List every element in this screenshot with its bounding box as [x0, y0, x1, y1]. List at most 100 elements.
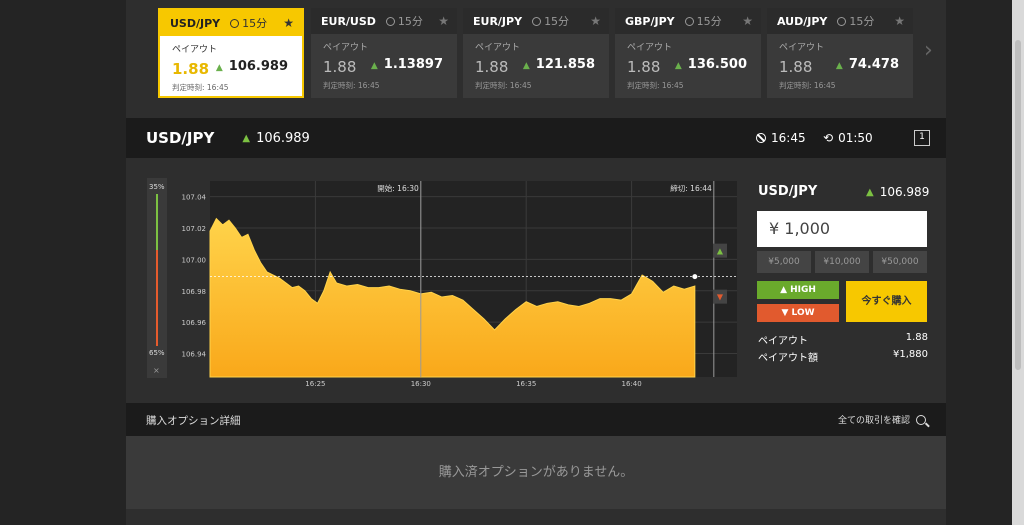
x-tick-label: 16:35 [516, 380, 536, 388]
card-body: ペイアウト 1.88 ▲ 121.858 判定時刻: 16:45 [463, 34, 609, 98]
high-label: HIGH [790, 285, 816, 295]
trade-symbol: USD/JPY [758, 184, 818, 199]
low-percent: 65% [149, 349, 165, 357]
card-duration: 15分 [230, 15, 267, 31]
payout-amount-label: ペイアウト額 [758, 353, 818, 364]
low-bar [156, 250, 158, 346]
y-tick-label: 106.96 [182, 319, 207, 327]
price-value: 74.478 [848, 57, 899, 72]
y-tick-label: 107.02 [182, 225, 207, 233]
duration-label: 15分 [696, 15, 722, 28]
options-header: 購入オプション詳細 全ての取引を確認 [126, 403, 946, 436]
duration-label: 15分 [397, 15, 423, 28]
header-symbol: USD/JPY [146, 129, 215, 147]
card-price: ▲ 121.858 [523, 57, 595, 72]
countdown-value: 01:50 [838, 131, 873, 145]
payout-label: ペイアウト [627, 43, 673, 53]
search-icon [916, 414, 926, 425]
clock-icon [684, 16, 694, 26]
payout-value: 1.88 [172, 60, 210, 78]
low-marker-icon: ▼ [717, 293, 724, 302]
high-bar [156, 194, 158, 250]
asset-card[interactable]: EUR/USD 15分 ★ ペイアウト 1.88 ▲ 1.13897 判定時刻: 16:45 [311, 8, 457, 98]
clock-icon [385, 16, 395, 26]
expiry-label: 判定時刻: 16:45 [475, 81, 532, 90]
payout-value: 1.88 [627, 58, 661, 76]
card-price: ▲ 74.478 [836, 57, 899, 72]
card-header: AUD/JPY 15分 ★ [767, 8, 913, 34]
card-symbol: GBP/JPY [625, 14, 675, 28]
up-arrow-icon: ▲ [866, 186, 874, 198]
y-tick-label: 106.94 [182, 350, 207, 358]
current-point [692, 274, 698, 280]
options-body: 購入済オプションがありません。 [126, 436, 946, 509]
clock-icon [230, 18, 240, 28]
card-body: ペイアウト 1.88 ▲ 1.13897 判定時刻: 16:45 [311, 34, 457, 98]
expiry-time: 16:45 [756, 131, 806, 145]
asset-header: USD/JPY ▲ 106.989 16:45 ⟲ 01:50 1 [126, 118, 946, 158]
asset-card[interactable]: AUD/JPY 15分 ★ ペイアウト 1.88 ▲ 74.478 判定時刻: 16:45 [767, 8, 913, 98]
star-icon[interactable]: ★ [894, 14, 905, 28]
card-header: EUR/USD 15分 ★ [311, 8, 457, 34]
high-button[interactable]: ▲ HIGH [757, 281, 839, 299]
payout-label: ペイアウト [475, 43, 521, 53]
history-icon: ⟲ [823, 131, 834, 145]
asset-card[interactable]: GBP/JPY 15分 ★ ペイアウト 1.88 ▲ 136.500 判定時刻: 16:45 [615, 8, 761, 98]
star-icon[interactable]: ★ [742, 14, 753, 28]
sentiment-gauge: 35% 65% × [147, 178, 167, 378]
payout-value: 1.88 [475, 58, 509, 76]
card-duration: 15分 [837, 13, 874, 29]
card-header: EUR/JPY 15分 ★ [463, 8, 609, 34]
expiry-label: 判定時刻: 16:45 [172, 83, 229, 92]
star-icon[interactable]: ★ [438, 14, 449, 28]
expiry-value: 16:45 [771, 131, 806, 145]
countdown: ⟲ 01:50 [823, 131, 873, 145]
expiry-label: 判定時刻: 16:45 [779, 81, 836, 90]
x-tick-label: 16:40 [622, 380, 642, 388]
y-tick-label: 107.00 [182, 256, 207, 264]
options-title: 購入オプション詳細 [146, 415, 241, 427]
up-arrow-icon: ▲ [835, 61, 843, 71]
trade-price-value: 106.989 [879, 185, 930, 199]
asset-card[interactable]: EUR/JPY 15分 ★ ペイアウト 1.88 ▲ 121.858 判定時刻: 16:45 [463, 8, 609, 98]
chart-button[interactable]: 1 [914, 130, 930, 146]
payout-row: ペイアウト 1.88 [758, 332, 928, 347]
trade-price: ▲ 106.989 [866, 185, 929, 199]
view-all-trades-link[interactable]: 全ての取引を確認 [838, 413, 926, 426]
amount-input[interactable]: ¥ 1,000 [757, 211, 927, 247]
preset-10000-button[interactable]: ¥10,000 [815, 251, 869, 273]
next-arrow-icon[interactable]: › [924, 38, 933, 63]
card-duration: 15分 [385, 13, 423, 29]
card-body: ペイアウト 1.88 ▲ 106.989 判定時刻: 16:45 [160, 36, 302, 100]
card-header: USD/JPY 15分 ★ [160, 10, 302, 36]
up-arrow-icon: ▲ [242, 132, 251, 144]
star-icon[interactable]: ★ [590, 14, 601, 28]
payout-amount-row: ペイアウト額 ¥1,880 [758, 349, 928, 364]
close-icon[interactable]: × [153, 366, 160, 375]
card-duration: 15分 [532, 13, 569, 29]
asset-card[interactable]: USD/JPY 15分 ★ ペイアウト 1.88 ▲ 106.989 判定時刻: 16:45 [158, 8, 304, 98]
card-symbol: EUR/USD [321, 14, 376, 28]
scrollbar[interactable] [1012, 0, 1024, 525]
price-value: 106.989 [228, 59, 288, 74]
preset-5000-button[interactable]: ¥5,000 [757, 251, 811, 273]
buy-now-button[interactable]: 今すぐ購入 [846, 281, 927, 322]
payout-value: 1.88 [323, 58, 357, 76]
y-tick-label: 107.04 [182, 194, 207, 202]
payout-label: ペイアウト [323, 43, 369, 53]
high-percent: 35% [149, 183, 165, 191]
star-icon[interactable]: ★ [283, 16, 294, 30]
chart-svg: 107.04 107.02 107.00 106.98 106.96 106.94 16:2… [182, 181, 737, 388]
payout-label: ペイアウト [172, 45, 218, 55]
card-body: ペイアウト 1.88 ▲ 136.500 判定時刻: 16:45 [615, 34, 761, 98]
header-price-value: 106.989 [256, 130, 310, 146]
ban-icon [756, 133, 766, 143]
low-button[interactable]: ▼ LOW [757, 304, 839, 322]
payout-value: 1.88 [779, 58, 813, 76]
card-price: ▲ 136.500 [675, 57, 747, 72]
high-marker-icon: ▲ [717, 247, 724, 256]
price-value: 121.858 [535, 57, 595, 72]
preset-50000-button[interactable]: ¥50,000 [873, 251, 927, 273]
payout-amount-value: ¥1,880 [893, 349, 928, 360]
scroll-thumb[interactable] [1015, 40, 1021, 370]
